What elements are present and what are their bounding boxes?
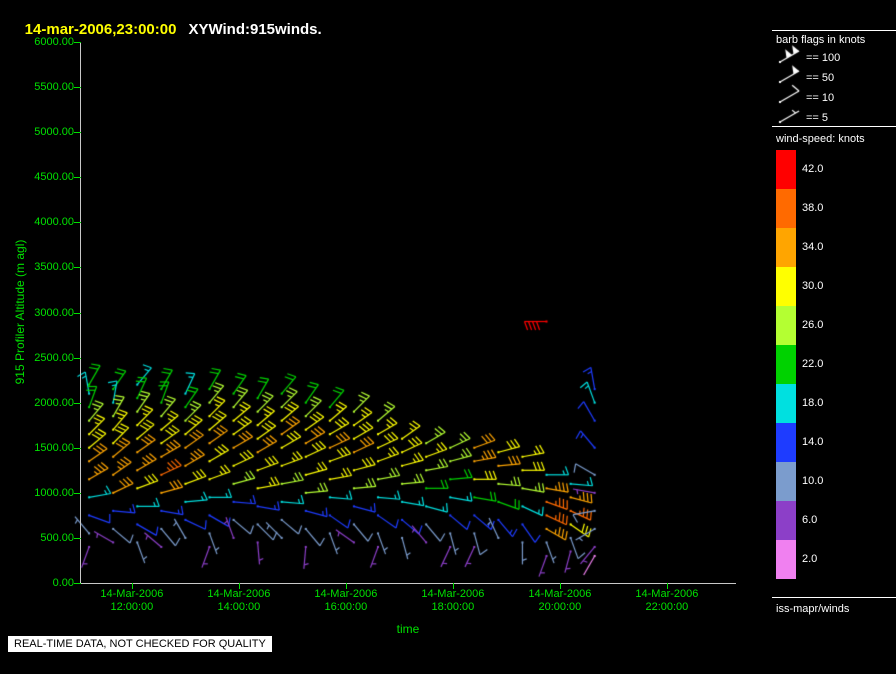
x-tick-time: 18:00:00	[398, 601, 508, 614]
x-tick-time: 22:00:00	[612, 601, 722, 614]
speed-swatch	[776, 423, 796, 462]
speed-swatch	[776, 189, 796, 228]
barb-legend-item: == 50	[768, 68, 896, 88]
wind-speed-colorbar: 42.0 38.0 34.0 30.0 26.0 22.0 18.0 14.0 10.0 6.0 2…	[776, 150, 896, 579]
x-tick-label: 14-Mar-200622:00:00	[612, 588, 722, 614]
y-tick-mark	[74, 583, 81, 584]
x-axis-title: time	[80, 622, 736, 636]
speed-bin-label: 14.0	[802, 436, 823, 448]
speed-bin: 26.0	[776, 306, 896, 345]
x-axis-line	[80, 583, 736, 584]
quality-notice: REAL-TIME DATA, NOT CHECKED FOR QUALITY	[8, 636, 272, 652]
speed-bin-label: 42.0	[802, 163, 823, 175]
y-tick-label: 5000.00	[8, 126, 74, 138]
speed-swatch	[776, 462, 796, 501]
y-tick-label: 5500.00	[8, 81, 74, 93]
barb-legend-label: == 10	[806, 92, 834, 104]
speed-bin: 2.0	[776, 540, 896, 579]
x-tick-date: 14-Mar-2006	[291, 588, 401, 601]
legend-divider-middle	[772, 126, 896, 127]
x-tick-date: 14-Mar-2006	[612, 588, 722, 601]
speed-bin-label: 22.0	[802, 358, 823, 370]
speed-swatch	[776, 384, 796, 423]
legend-credit: iss-mapr/winds	[776, 603, 849, 615]
speed-bin: 22.0	[776, 345, 896, 384]
y-axis-title: 915 Profiler Altitude (m agl)	[13, 240, 27, 385]
speed-swatch	[776, 345, 796, 384]
speed-swatch	[776, 540, 796, 579]
speed-swatch	[776, 306, 796, 345]
speed-bin-label: 2.0	[802, 553, 817, 565]
speed-swatch	[776, 150, 796, 189]
barb-legend-label: == 100	[806, 52, 840, 64]
x-tick-time: 14:00:00	[184, 601, 294, 614]
speed-bin: 30.0	[776, 267, 896, 306]
barb-legend-item: == 5	[768, 108, 896, 128]
speed-swatch	[776, 501, 796, 540]
x-tick-time: 12:00:00	[77, 601, 187, 614]
speed-bin-label: 6.0	[802, 514, 817, 526]
x-tick-time: 16:00:00	[291, 601, 401, 614]
xy-wind-plot-window: 14-mar-2006,23:00:00XYWind:915winds. 600…	[0, 0, 896, 674]
barb-legend-items: == 100 == 50 == 10 == 5	[768, 48, 896, 128]
y-tick-label: 0.00	[8, 577, 74, 589]
y-tick-label: 4500.00	[8, 171, 74, 183]
barb-legend-label: == 50	[806, 72, 834, 84]
speed-bin-label: 10.0	[802, 475, 823, 487]
speed-bin-label: 26.0	[802, 319, 823, 331]
speed-bin-label: 34.0	[802, 241, 823, 253]
barb-legend-header: barb flags in knots	[776, 34, 865, 46]
speed-bin: 10.0	[776, 462, 896, 501]
x-tick-date: 14-Mar-2006	[184, 588, 294, 601]
barb-legend-label: == 5	[806, 112, 828, 124]
y-tick-label: 1000.00	[8, 487, 74, 499]
wind-speed-legend-header: wind-speed: knots	[776, 133, 865, 145]
barb-legend-item: == 100	[768, 48, 896, 68]
x-tick-label: 14-Mar-200616:00:00	[291, 588, 401, 614]
speed-bin: 6.0	[776, 501, 896, 540]
speed-bin-label: 38.0	[802, 202, 823, 214]
x-tick-time: 20:00:00	[505, 601, 615, 614]
x-tick-label: 14-Mar-200614:00:00	[184, 588, 294, 614]
y-tick-label: 500.00	[8, 532, 74, 544]
barb-legend-item: == 10	[768, 88, 896, 108]
speed-bin-label: 30.0	[802, 280, 823, 292]
y-tick-label: 2000.00	[8, 397, 74, 409]
speed-bin-label: 18.0	[802, 397, 823, 409]
legend-panel: barb flags in knots == 100 == 50 == 10 == 5…	[768, 0, 896, 674]
legend-divider-top	[772, 30, 896, 31]
x-tick-label: 14-Mar-200612:00:00	[77, 588, 187, 614]
title-plot-name: XYWind:915winds.	[188, 21, 321, 38]
speed-bin: 18.0	[776, 384, 896, 423]
y-tick-label: 4000.00	[8, 216, 74, 228]
y-tick-label: 1500.00	[8, 442, 74, 454]
speed-bin: 38.0	[776, 189, 896, 228]
legend-divider-bottom	[772, 597, 896, 598]
x-tick-date: 14-Mar-2006	[505, 588, 615, 601]
x-tick-label: 14-Mar-200618:00:00	[398, 588, 508, 614]
x-tick-label: 14-Mar-200620:00:00	[505, 588, 615, 614]
x-tick-date: 14-Mar-2006	[398, 588, 508, 601]
speed-bin: 34.0	[776, 228, 896, 267]
y-tick-label: 6000.00	[8, 36, 74, 48]
speed-swatch	[776, 228, 796, 267]
speed-bin: 42.0	[776, 150, 896, 189]
speed-bin: 14.0	[776, 423, 896, 462]
speed-swatch	[776, 267, 796, 306]
plot-area[interactable]	[80, 42, 736, 583]
x-tick-date: 14-Mar-2006	[77, 588, 187, 601]
